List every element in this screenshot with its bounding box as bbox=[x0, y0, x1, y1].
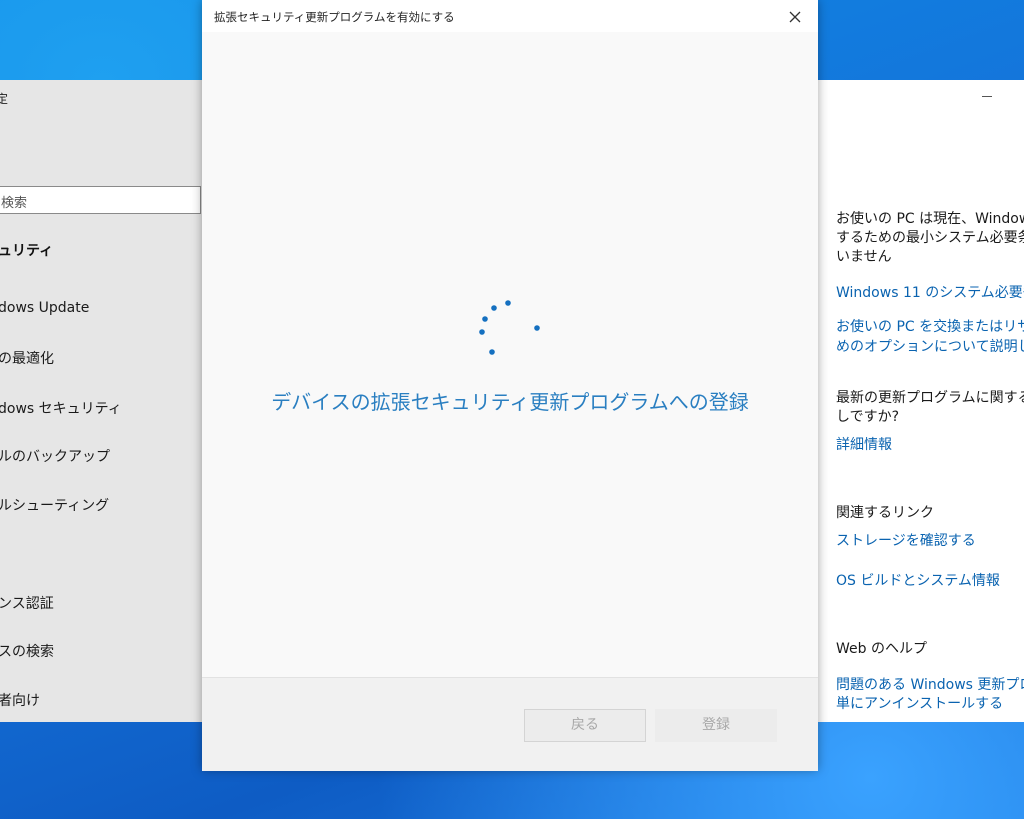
updates-question-line2: しですか? bbox=[836, 409, 900, 425]
settings-search-input[interactable]: 検索 bbox=[0, 186, 201, 214]
sidebar-heading: ュリティ bbox=[0, 243, 54, 259]
sidebar-item-windows-update[interactable]: dows Update bbox=[0, 300, 89, 316]
search-placeholder: 検索 bbox=[1, 196, 28, 211]
close-button[interactable] bbox=[778, 4, 812, 30]
dialog-body: デバイスの拡張セキュリティ更新プログラムへの登録 bbox=[202, 32, 818, 677]
dialog-title: 拡張セキュリティ更新プログラムを有効にする bbox=[214, 10, 455, 24]
back-button[interactable]: 戻る bbox=[524, 709, 646, 742]
link-details[interactable]: 詳細情報 bbox=[836, 436, 892, 455]
sidebar-item-developers[interactable]: 者向け bbox=[0, 690, 40, 710]
info-line-1: お使いの PC は現在、Windows 1 bbox=[836, 211, 1024, 227]
dialog-heading: デバイスの拡張セキュリティ更新プログラムへの登録 bbox=[271, 390, 749, 414]
sidebar-item-activation[interactable]: ンス認証 bbox=[0, 593, 54, 613]
link-replace-pc-line1[interactable]: お使いの PC を交換またはリサイク bbox=[836, 318, 1024, 337]
settings-main-panel: お使いの PC は現在、Windows 1 するための最小システム必要条件を い… bbox=[818, 80, 1024, 722]
sidebar-item-backup[interactable]: ルのバックアップ bbox=[0, 446, 110, 466]
link-os-build-info[interactable]: OS ビルドとシステム情報 bbox=[836, 572, 1000, 591]
minimize-icon[interactable] bbox=[982, 96, 992, 97]
web-help-heading: Web のヘルプ bbox=[836, 641, 927, 657]
link-check-storage[interactable]: ストレージを確認する bbox=[836, 532, 976, 551]
dialog-footer: 戻る 登録 bbox=[202, 677, 818, 771]
sidebar-item-windows-security[interactable]: dows セキュリティ bbox=[0, 398, 122, 418]
info-line-2: するための最小システム必要条件を bbox=[836, 230, 1024, 246]
sidebar-item-delivery-optimization[interactable]: の最適化 bbox=[0, 348, 54, 368]
loading-spinner-icon bbox=[479, 300, 540, 355]
register-button[interactable]: 登録 bbox=[655, 709, 777, 742]
link-windows11-requirements[interactable]: Windows 11 のシステム必要条件 bbox=[836, 284, 1024, 303]
link-replace-pc-line2[interactable]: めのオプションについて説明します bbox=[836, 338, 1024, 357]
dialog-titlebar: 拡張セキュリティ更新プログラムを有効にする bbox=[202, 0, 818, 32]
related-links-heading: 関連するリンク bbox=[836, 505, 934, 521]
info-line-3: いません bbox=[836, 249, 892, 265]
sidebar-item-troubleshoot[interactable]: ルシューティング bbox=[0, 495, 109, 515]
settings-sidebar: 定 検索 ュリティ dows Update の最適化 dows セキュリティ ル… bbox=[0, 80, 202, 722]
updates-question-line1: 最新の更新プログラムに関する情報 bbox=[836, 390, 1024, 406]
settings-title: 定 bbox=[0, 92, 9, 106]
link-problem-update-line2[interactable]: 単にアンインストールする bbox=[836, 695, 1003, 714]
esu-enroll-dialog: 拡張セキュリティ更新プログラムを有効にする デバイスの拡張セキュリティ更新プログ… bbox=[202, 0, 818, 771]
close-icon bbox=[789, 11, 801, 23]
sidebar-item-find-device[interactable]: スの検索 bbox=[0, 641, 54, 661]
link-problem-update-line1[interactable]: 問題のある Windows 更新プログ bbox=[836, 676, 1024, 695]
